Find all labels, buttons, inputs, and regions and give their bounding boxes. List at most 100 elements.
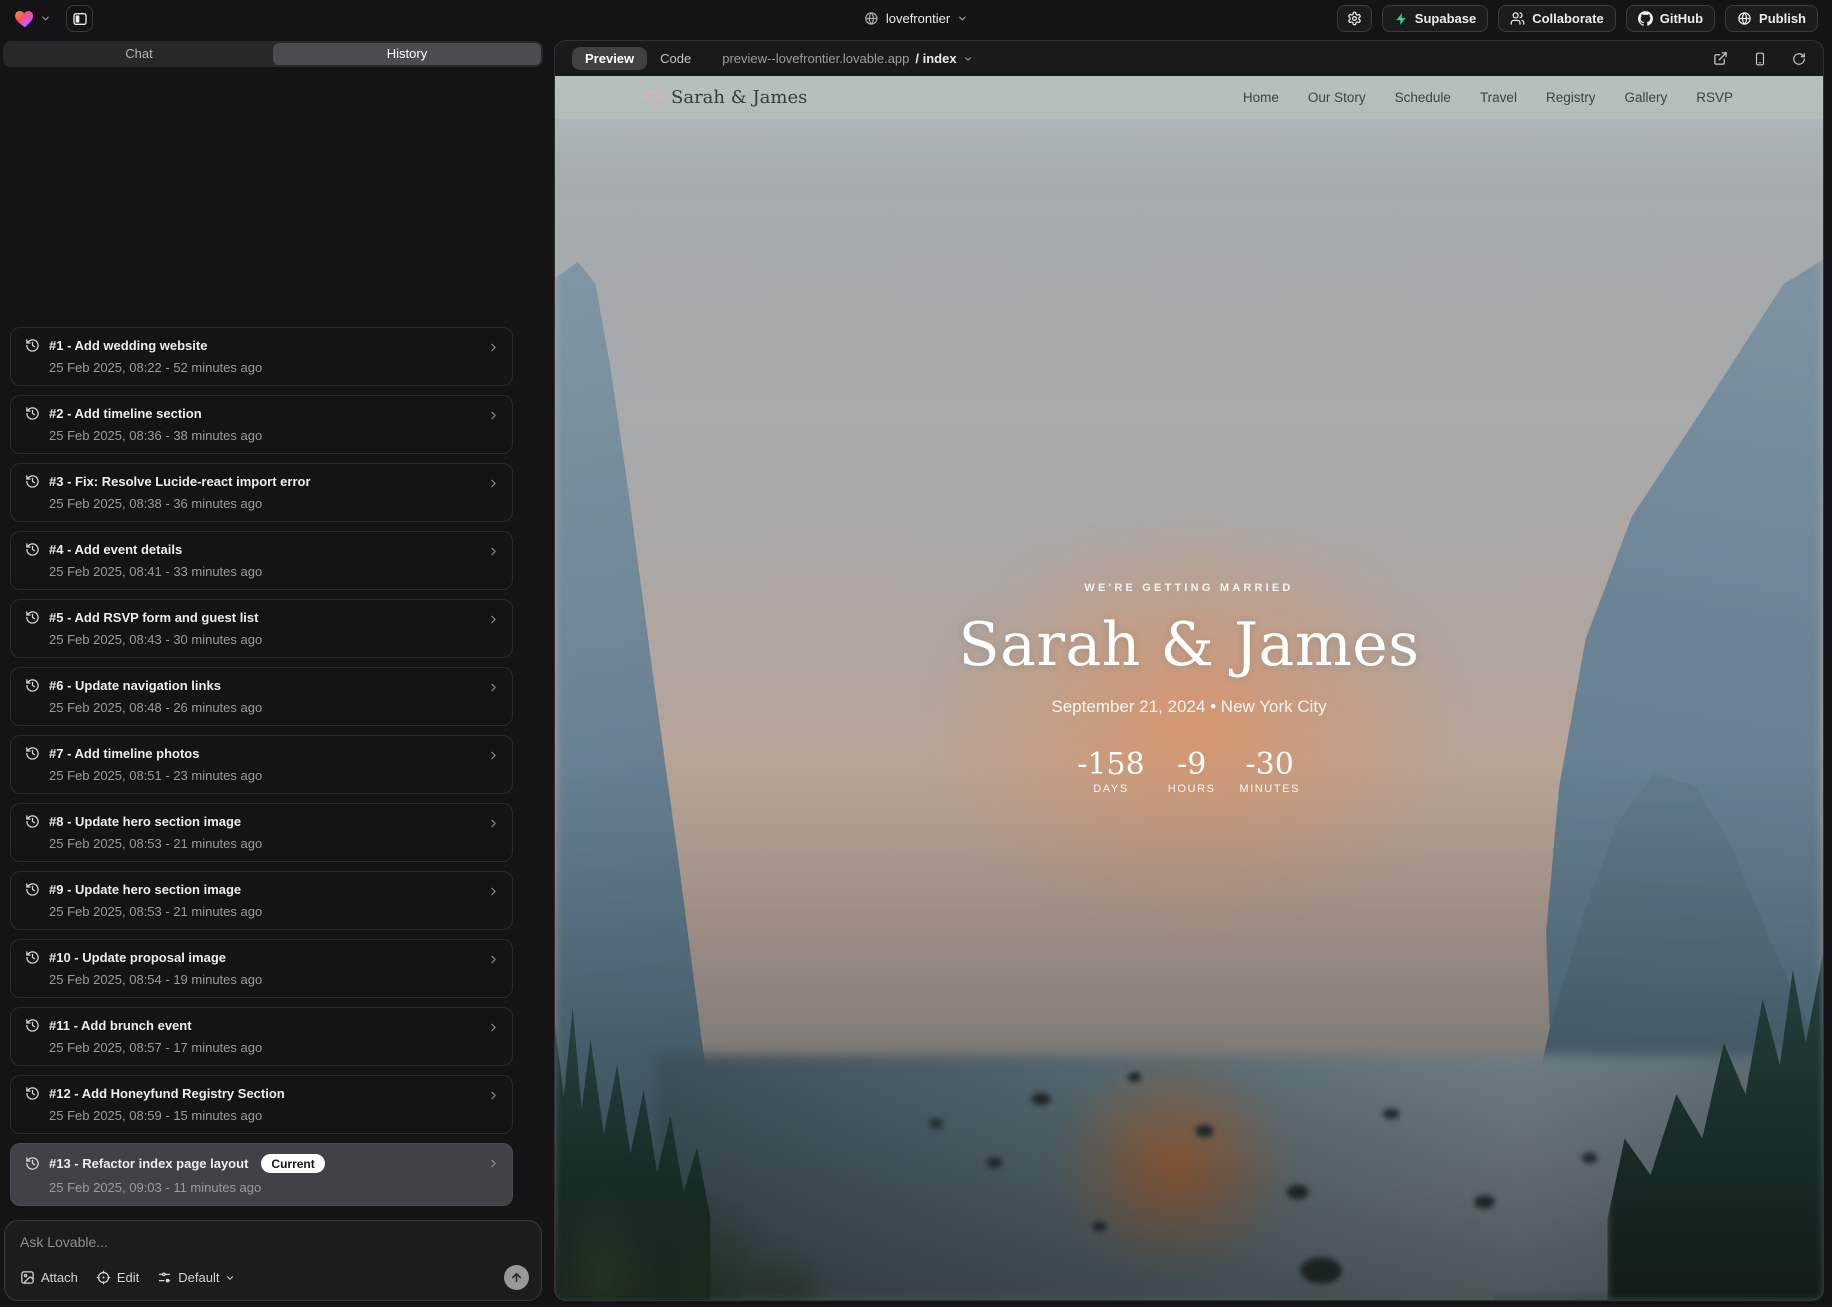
countdown-hours: -9HOURS — [1161, 749, 1223, 796]
history-item[interactable]: #7 - Add timeline photos 25 Feb 2025, 08… — [10, 735, 513, 794]
github-button[interactable]: GitHub — [1626, 5, 1715, 32]
history-item[interactable]: #8 - Update hero section image 25 Feb 20… — [10, 803, 513, 862]
target-icon — [96, 1270, 111, 1285]
history-item[interactable]: #10 - Update proposal image 25 Feb 2025,… — [10, 939, 513, 998]
chevron-down-icon — [963, 54, 973, 64]
site-logo-text: Sarah & James — [671, 87, 807, 108]
site-nav-link-rsvp[interactable]: RSVP — [1696, 90, 1733, 105]
history-clock-icon — [25, 406, 40, 421]
history-clock-icon — [25, 882, 40, 897]
history-clock-icon — [25, 746, 40, 761]
tab-code[interactable]: Code — [647, 47, 704, 70]
history-clock-icon — [25, 542, 40, 557]
preview-url[interactable]: preview--lovefrontier.lovable.app / inde… — [722, 51, 972, 66]
history-item-timestamp: 25 Feb 2025, 09:03 - 11 minutes ago — [49, 1180, 482, 1195]
history-item[interactable]: #13 - Refactor index page layout Current… — [10, 1143, 513, 1206]
history-clock-icon — [25, 814, 40, 829]
site-nav-link-schedule[interactable]: Schedule — [1395, 90, 1451, 105]
lovable-logo-menu[interactable] — [14, 8, 51, 30]
publish-label: Publish — [1759, 11, 1806, 26]
mode-select[interactable]: Default — [157, 1270, 235, 1285]
open-external-icon[interactable] — [1713, 51, 1728, 66]
heart-outline-icon — [645, 89, 662, 106]
edit-button[interactable]: Edit — [96, 1270, 139, 1285]
history-clock-icon — [25, 474, 40, 489]
refresh-icon[interactable] — [1792, 52, 1806, 66]
attach-button[interactable]: Attach — [20, 1270, 78, 1285]
history-list: #1 - Add wedding website 25 Feb 2025, 08… — [3, 67, 543, 1210]
lovable-heart-icon — [14, 8, 36, 30]
hero-date-location: September 21, 2024 • New York City — [555, 697, 1823, 717]
countdown-days: -158DAYS — [1077, 749, 1144, 796]
history-item-title: #6 - Update navigation links — [49, 678, 221, 693]
chevron-right-icon — [487, 1021, 500, 1034]
site-nav-link-gallery[interactable]: Gallery — [1624, 90, 1667, 105]
preview-toolbar: Preview Code preview--lovefrontier.lovab… — [555, 41, 1823, 76]
history-item[interactable]: #12 - Add Honeyfund Registry Section 25 … — [10, 1075, 513, 1134]
site-nav-link-our-story[interactable]: Our Story — [1308, 90, 1366, 105]
preview-url-path: / index — [915, 51, 956, 66]
sidebar: Chat History #1 - Add wedding website 25… — [0, 37, 546, 1307]
supabase-button[interactable]: Supabase — [1382, 5, 1488, 32]
topbar: lovefrontier Supabase Collab — [0, 0, 1832, 37]
globe-icon — [1737, 11, 1752, 26]
chat-input[interactable]: Ask Lovable... — [20, 1234, 529, 1250]
sidebar-toggle-button[interactable] — [66, 5, 93, 32]
send-button[interactable] — [504, 1265, 529, 1290]
preview-toolbar-icons — [1713, 51, 1806, 66]
countdown-label: HOURS — [1161, 783, 1223, 795]
tab-chat[interactable]: Chat — [5, 43, 273, 65]
history-item[interactable]: #3 - Fix: Resolve Lucide-react import er… — [10, 463, 513, 522]
history-item[interactable]: #2 - Add timeline section 25 Feb 2025, 0… — [10, 395, 513, 454]
history-item-title: #5 - Add RSVP form and guest list — [49, 610, 258, 625]
history-item-title: #8 - Update hero section image — [49, 814, 241, 829]
hero-eyebrow: WE'RE GETTING MARRIED — [555, 582, 1823, 594]
composer-actions: Attach Edit Default — [20, 1265, 529, 1290]
site-nav: Home Our Story Schedule Travel Registry Galle… — [1243, 90, 1733, 105]
history-item-timestamp: 25 Feb 2025, 08:53 - 21 minutes ago — [49, 836, 482, 851]
supabase-icon — [1394, 12, 1408, 26]
site-logo[interactable]: Sarah & James — [645, 87, 807, 108]
site-nav-link-registry[interactable]: Registry — [1546, 90, 1596, 105]
history-item-timestamp: 25 Feb 2025, 08:51 - 23 minutes ago — [49, 768, 482, 783]
mode-label: Default — [178, 1270, 219, 1285]
mobile-view-icon[interactable] — [1753, 52, 1767, 66]
arrow-up-icon — [510, 1271, 523, 1284]
history-item-timestamp: 25 Feb 2025, 08:53 - 21 minutes ago — [49, 904, 482, 919]
chevron-down-icon — [957, 13, 968, 24]
chevron-right-icon — [487, 477, 500, 490]
history-item[interactable]: #6 - Update navigation links 25 Feb 2025… — [10, 667, 513, 726]
history-item[interactable]: #1 - Add wedding website 25 Feb 2025, 08… — [10, 327, 513, 386]
collaborate-button[interactable]: Collaborate — [1498, 5, 1616, 32]
current-badge: Current — [261, 1154, 324, 1173]
chevron-right-icon — [487, 749, 500, 762]
history-item-timestamp: 25 Feb 2025, 08:38 - 36 minutes ago — [49, 496, 482, 511]
history-item-title: #2 - Add timeline section — [49, 406, 202, 421]
chevron-right-icon — [487, 1157, 500, 1170]
github-icon — [1638, 11, 1653, 26]
history-item[interactable]: #5 - Add RSVP form and guest list 25 Feb… — [10, 599, 513, 658]
chevron-down-icon — [225, 1273, 235, 1283]
tab-preview[interactable]: Preview — [572, 47, 647, 70]
project-switcher[interactable]: lovefrontier — [864, 0, 968, 37]
history-item[interactable]: #11 - Add brunch event 25 Feb 2025, 08:5… — [10, 1007, 513, 1066]
site-nav-link-travel[interactable]: Travel — [1480, 90, 1517, 105]
chevron-right-icon — [487, 953, 500, 966]
history-item-title: #11 - Add brunch event — [49, 1018, 192, 1033]
globe-icon — [864, 11, 879, 26]
hero-countdown: -158DAYS-9HOURS-30MINUTES — [555, 749, 1823, 796]
attach-label: Attach — [41, 1270, 78, 1285]
chevron-right-icon — [487, 341, 500, 354]
history-item[interactable]: #9 - Update hero section image 25 Feb 20… — [10, 871, 513, 930]
chevron-right-icon — [487, 817, 500, 830]
site-preview: Sarah & James Home Our Story Schedule Trave… — [555, 76, 1823, 1300]
history-item-timestamp: 25 Feb 2025, 08:43 - 30 minutes ago — [49, 632, 482, 647]
countdown-value: -158 — [1077, 749, 1144, 781]
publish-button[interactable]: Publish — [1725, 5, 1818, 32]
settings-button[interactable] — [1337, 5, 1372, 32]
history-item-title: #10 - Update proposal image — [49, 950, 226, 965]
history-item[interactable]: #4 - Add event details 25 Feb 2025, 08:4… — [10, 531, 513, 590]
countdown-value: -30 — [1239, 749, 1301, 781]
site-nav-link-home[interactable]: Home — [1243, 90, 1279, 105]
tab-history[interactable]: History — [273, 43, 541, 65]
